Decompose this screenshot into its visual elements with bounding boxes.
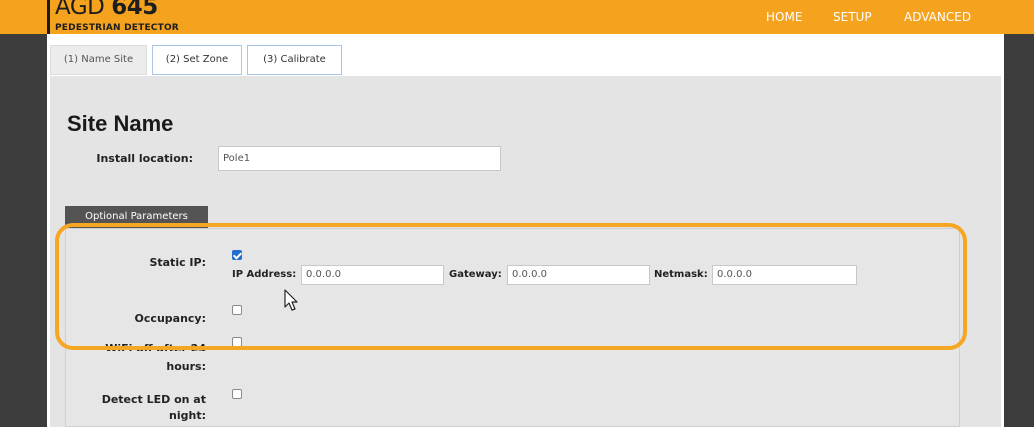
highlight-box	[55, 223, 967, 350]
logo-subtitle: PEDESTRIAN DETECTOR	[55, 23, 179, 33]
logo: AGD 645	[55, 0, 158, 20]
detect-led-label: Detect LED on at	[101, 393, 206, 406]
tab-set-zone[interactable]: (2) Set Zone	[152, 45, 242, 75]
tab-calibrate[interactable]: (3) Calibrate	[247, 45, 342, 75]
tab-name-site[interactable]: (1) Name Site	[50, 45, 147, 75]
detect-led-label-line2: night:	[169, 409, 206, 422]
install-location-input[interactable]: Pole1	[218, 146, 501, 171]
nav-home[interactable]: HOME	[766, 10, 802, 24]
detect-led-checkbox[interactable]	[232, 389, 242, 399]
nav-advanced[interactable]: ADVANCED	[904, 10, 971, 24]
wifi-off-label-line2: hours:	[166, 360, 206, 373]
nav-setup[interactable]: SETUP	[833, 10, 872, 24]
install-location-label: Install location:	[96, 152, 193, 165]
logo-divider	[47, 0, 50, 34]
page-title: Site Name	[67, 111, 174, 136]
mouse-cursor-icon	[284, 289, 298, 311]
